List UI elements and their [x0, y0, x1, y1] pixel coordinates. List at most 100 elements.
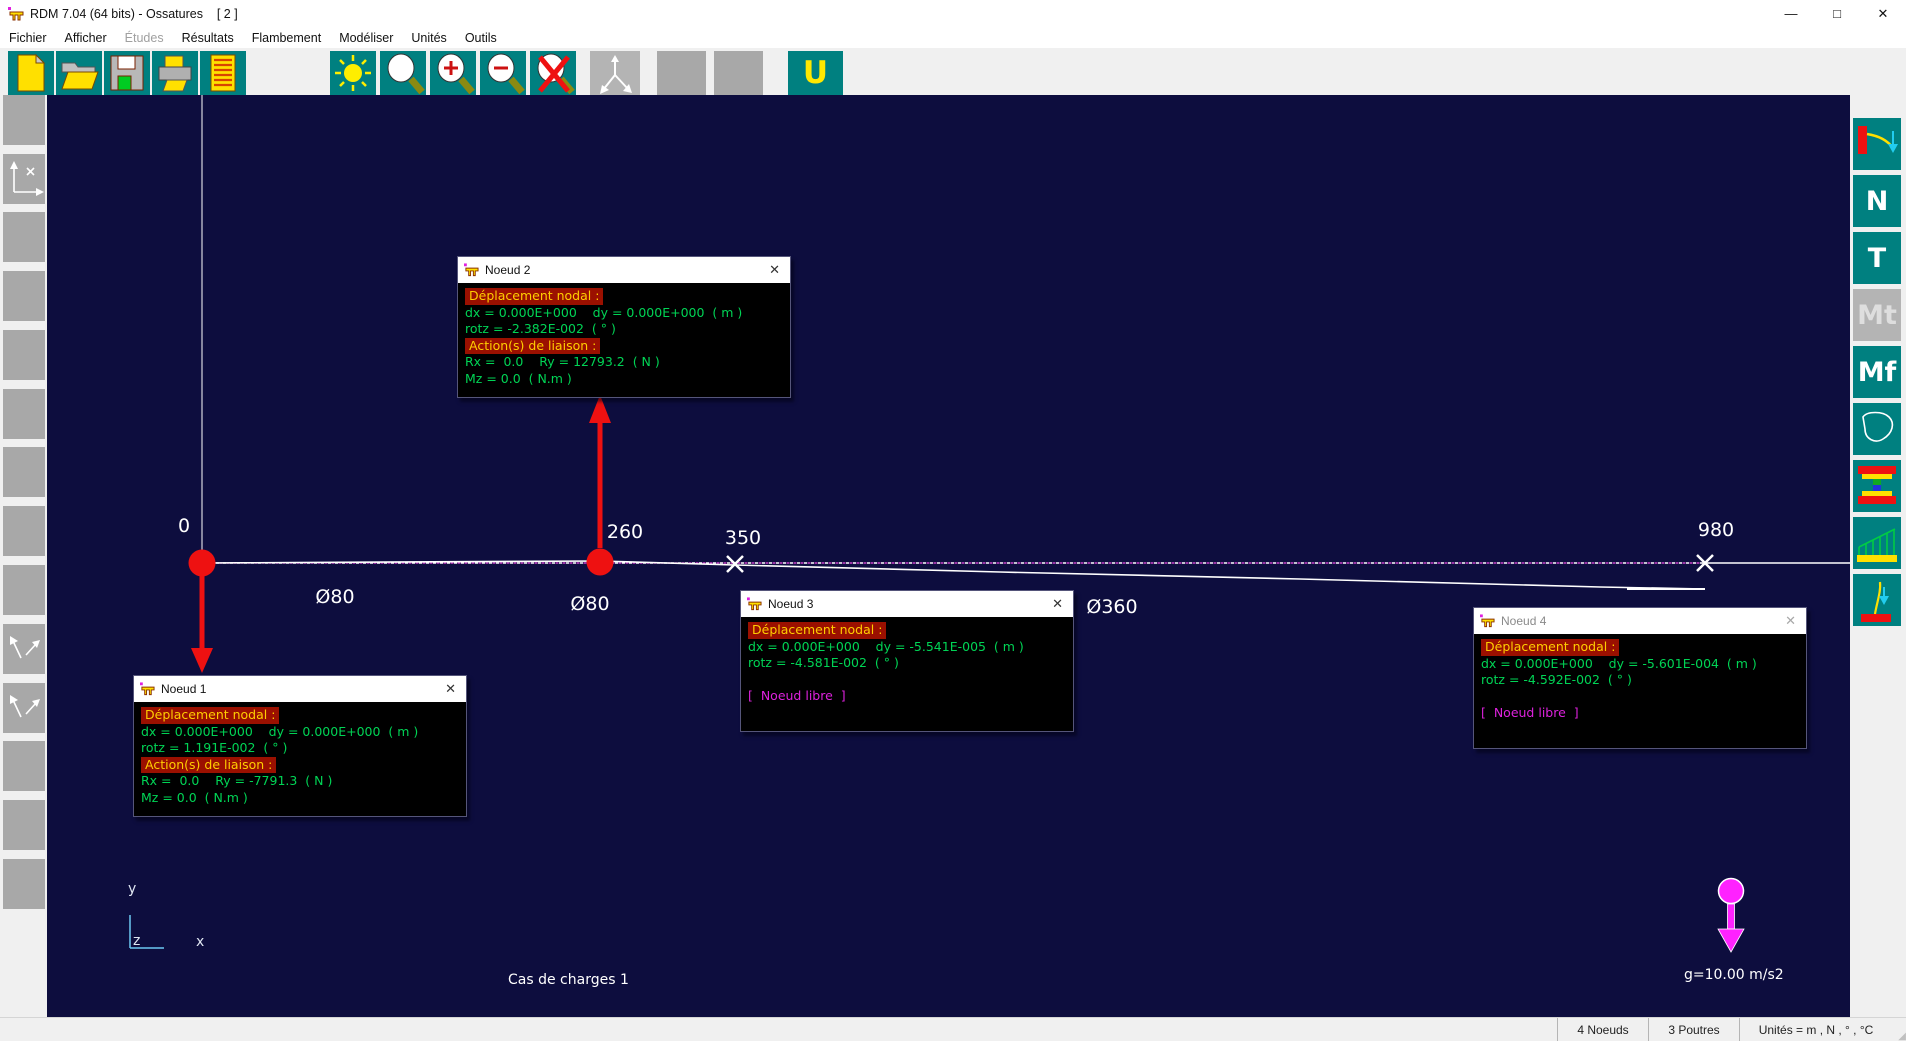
- left-button-6[interactable]: [3, 389, 45, 439]
- report-button[interactable]: [200, 51, 246, 95]
- cross-section-button[interactable]: [1853, 403, 1901, 455]
- local-axes-button[interactable]: [3, 154, 45, 204]
- section-label-3: Ø360: [1086, 596, 1138, 618]
- status-bar: 4 Noeuds 3 Poutres Unités = m , N , ° , …: [0, 1017, 1906, 1041]
- rdm-app-icon: [747, 597, 762, 611]
- node-info-window-4[interactable]: Noeud 4 ✕ Déplacement nodal : dx = 0.000…: [1473, 607, 1807, 749]
- rdm-app-icon: [140, 682, 155, 696]
- rdm-app-icon: [1480, 614, 1495, 628]
- menu-fichier[interactable]: Fichier: [0, 31, 56, 45]
- displacement-header: Déplacement nodal :: [748, 622, 887, 639]
- node-1-marker[interactable]: [188, 549, 216, 577]
- open-file-button[interactable]: [56, 51, 102, 95]
- left-button-4[interactable]: [3, 271, 45, 321]
- node-info-window-2[interactable]: Noeud 2 ✕ Déplacement nodal : dx = 0.000…: [457, 256, 791, 398]
- bending-moment-button[interactable]: Mf: [1853, 346, 1901, 398]
- status-spacer: [0, 1018, 1557, 1041]
- minimize-button[interactable]: —: [1768, 0, 1814, 27]
- popup-body: Déplacement nodal : dx = 0.000E+000 dy =…: [741, 617, 1073, 731]
- menu-modeliser[interactable]: Modéliser: [330, 31, 402, 45]
- load-diagram-button[interactable]: [1853, 517, 1901, 569]
- node-info-window-1[interactable]: Noeud 1 ✕ Déplacement nodal : dx = 0.000…: [133, 675, 467, 817]
- deformed-shape-button[interactable]: [1853, 118, 1901, 170]
- reaction-values: Rx = 0.0 Ry = -7791.3 ( N ): [141, 773, 333, 788]
- model-canvas[interactable]: 0 260 350 980 Ø80 Ø80 Ø360 Cas de charge…: [47, 95, 1850, 1017]
- results-toolbar: N T Mt Mf: [1850, 95, 1906, 1017]
- zoom-window-button[interactable]: [380, 51, 426, 95]
- moment-value: Mz = 0.0 ( N.m ): [141, 789, 248, 805]
- shear-force-label: T: [1867, 242, 1887, 274]
- save-icon: [110, 55, 144, 91]
- zoom-cancel-button[interactable]: [530, 51, 576, 95]
- save-button[interactable]: [104, 51, 150, 95]
- shear-force-button[interactable]: T: [1853, 232, 1901, 284]
- diverge-arrows-button-1[interactable]: [3, 624, 45, 674]
- toolbar-empty-button-1: [657, 51, 706, 95]
- popup-body: Déplacement nodal : dx = 0.000E+000 dy =…: [458, 283, 790, 397]
- window-titlebar[interactable]: RDM 7.04 (64 bits) - Ossatures [ 2 ] — □…: [0, 0, 1906, 28]
- torsion-moment-label: Mt: [1857, 299, 1897, 331]
- axes-3d-icon: [600, 55, 632, 94]
- free-node-label: [ Noeud libre ]: [1481, 705, 1579, 720]
- section-stress-button[interactable]: [1853, 460, 1901, 512]
- menu-outils[interactable]: Outils: [456, 31, 506, 45]
- node-2-marker[interactable]: [586, 548, 614, 576]
- diverging-arrows-icon: [10, 636, 40, 659]
- mode-shape-button[interactable]: [1853, 574, 1901, 626]
- new-file-button[interactable]: [8, 51, 54, 95]
- moment-value: Mz = 0.0 ( N.m ): [465, 370, 572, 386]
- u-section-button[interactable]: U: [788, 51, 843, 95]
- left-button-1[interactable]: [3, 95, 45, 145]
- normal-force-button[interactable]: N: [1853, 175, 1901, 227]
- popup-titlebar-2[interactable]: Noeud 2 ✕: [458, 257, 790, 283]
- maximize-button[interactable]: □: [1814, 0, 1860, 27]
- gravity-node-symbol: [1717, 877, 1745, 905]
- node-info-window-3[interactable]: Noeud 3 ✕ Déplacement nodal : dx = 0.000…: [740, 590, 1074, 732]
- displacement-values: dx = 0.000E+000 dy = 0.000E+000 ( m ): [141, 723, 419, 739]
- left-button-13[interactable]: [3, 800, 45, 850]
- left-button-7[interactable]: [3, 447, 45, 497]
- left-button-9[interactable]: [3, 565, 45, 615]
- torsion-moment-button: Mt: [1853, 289, 1901, 341]
- menu-etudes: Études: [124, 30, 164, 45]
- left-button-14[interactable]: [3, 859, 45, 909]
- close-icon[interactable]: ✕: [1052, 596, 1073, 612]
- node-2-coordinate-label: 260: [606, 521, 644, 543]
- menu-resultats[interactable]: Résultats: [173, 31, 243, 45]
- menu-unites[interactable]: Unités: [402, 31, 455, 45]
- axes-3d-button[interactable]: [590, 51, 640, 95]
- menu-flambement[interactable]: Flambement: [243, 31, 330, 45]
- left-button-8[interactable]: [3, 506, 45, 556]
- popup-titlebar-1[interactable]: Noeud 1 ✕: [134, 676, 466, 702]
- close-button[interactable]: ✕: [1860, 0, 1906, 27]
- displacement-header: Déplacement nodal :: [465, 288, 604, 305]
- rotation-value: rotz = -4.592E-002 ( ° ): [1481, 672, 1632, 687]
- menu-afficher[interactable]: Afficher: [56, 31, 116, 45]
- window-title: RDM 7.04 (64 bits) - Ossatures [ 2 ]: [30, 6, 238, 21]
- rdm-app-icon: [8, 6, 24, 20]
- brightness-button[interactable]: [330, 51, 376, 95]
- free-node-label: [ Noeud libre ]: [748, 688, 846, 703]
- popup-titlebar-3[interactable]: Noeud 3 ✕: [741, 591, 1073, 617]
- print-button[interactable]: [152, 51, 198, 95]
- popup-titlebar-4[interactable]: Noeud 4 ✕: [1474, 608, 1806, 634]
- cross-section-icon: [1862, 411, 1894, 442]
- deformed-shape-icon: [1858, 126, 1898, 154]
- left-button-3[interactable]: [3, 212, 45, 262]
- gravity-arrow-shaft: [1727, 903, 1735, 930]
- close-icon[interactable]: ✕: [1785, 613, 1806, 629]
- node-3-marker[interactable]: [726, 555, 744, 573]
- status-beam-count: 3 Poutres: [1648, 1018, 1739, 1041]
- zoom-out-button[interactable]: [480, 51, 526, 95]
- section-stress-icon: [1858, 466, 1896, 504]
- close-icon[interactable]: ✕: [769, 262, 790, 278]
- close-icon[interactable]: ✕: [445, 681, 466, 697]
- load-case-label: Cas de charges 1: [508, 972, 629, 988]
- normal-force-label: N: [1865, 185, 1889, 217]
- rotation-value: rotz = -2.382E-002 ( ° ): [465, 321, 616, 336]
- diverge-arrows-button-2[interactable]: [3, 683, 45, 733]
- left-button-5[interactable]: [3, 330, 45, 380]
- left-button-12[interactable]: [3, 741, 45, 791]
- resize-grip[interactable]: ◢: [1892, 1018, 1906, 1041]
- zoom-in-button[interactable]: [430, 51, 476, 95]
